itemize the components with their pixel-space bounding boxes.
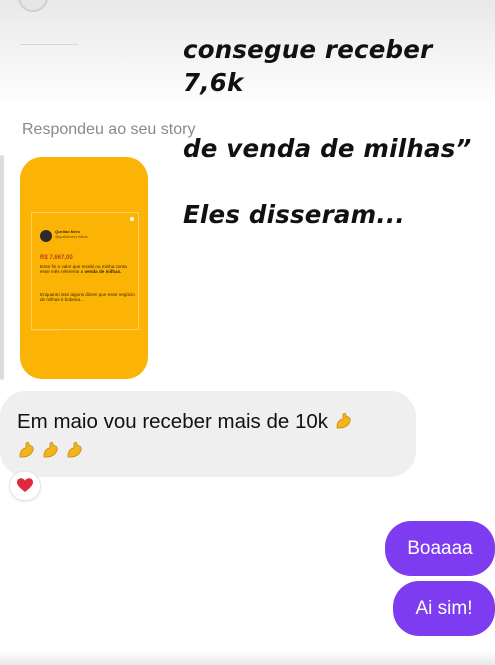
incoming-message-text: Em maio vou receber mais de 10k <box>17 410 358 434</box>
heart-reaction[interactable] <box>9 471 41 501</box>
flexed-biceps-icon <box>67 442 82 458</box>
outgoing-message-text: Boaaaa <box>407 537 473 559</box>
flexed-biceps-icon <box>19 442 34 458</box>
caption-line-3: Eles disseram... <box>183 200 405 229</box>
outgoing-message-bubble[interactable]: Boaaaa <box>385 521 495 576</box>
reply-indicator-bar <box>0 155 4 380</box>
caption-line-2: de venda de milhas” <box>183 134 472 163</box>
outgoing-message-text: Ai sim! <box>415 597 473 619</box>
story-thumbnail[interactable]: Queilao Nero @queilaonero.milhas R$ 7.66… <box>20 157 148 379</box>
story-reply-label: Respondeu ao seu story <box>22 121 196 138</box>
flexed-biceps-icon <box>43 442 58 458</box>
story-dot <box>130 217 134 221</box>
story-caption: consegue receber 7,6k de venda de milhas… <box>183 0 493 264</box>
story-post-preview: Queilao Nero @queilaonero.milhas R$ 7.66… <box>31 212 139 330</box>
post-avatar <box>40 230 52 242</box>
flexed-biceps-icon <box>336 413 351 429</box>
story-footer-line: —————————— <box>31 328 61 332</box>
post-amount: R$ 7.667,00 <box>40 255 73 261</box>
post-author-name: Queilao Nero <box>55 229 80 234</box>
outgoing-message-bubble[interactable]: Ai sim! <box>393 581 495 636</box>
post-text-1: Esse foi o valor que recebi na minha con… <box>40 264 136 275</box>
bottom-bar <box>0 651 495 665</box>
incoming-message-label: Em maio vou receber mais de 10k <box>17 410 329 433</box>
incoming-message-bubble[interactable]: Em maio vou receber mais de 10k <box>0 391 416 477</box>
post-text-2: Enquanto isso alguns dizem que esse negó… <box>40 292 135 303</box>
caption-line-1: consegue receber 7,6k <box>183 35 433 97</box>
post-text-1-bold: venda de milhas. <box>84 269 122 275</box>
heart-icon <box>17 478 33 492</box>
divider <box>20 44 78 45</box>
post-author-handle: @queilaonero.milhas <box>55 235 88 239</box>
emoji-row <box>17 440 89 462</box>
